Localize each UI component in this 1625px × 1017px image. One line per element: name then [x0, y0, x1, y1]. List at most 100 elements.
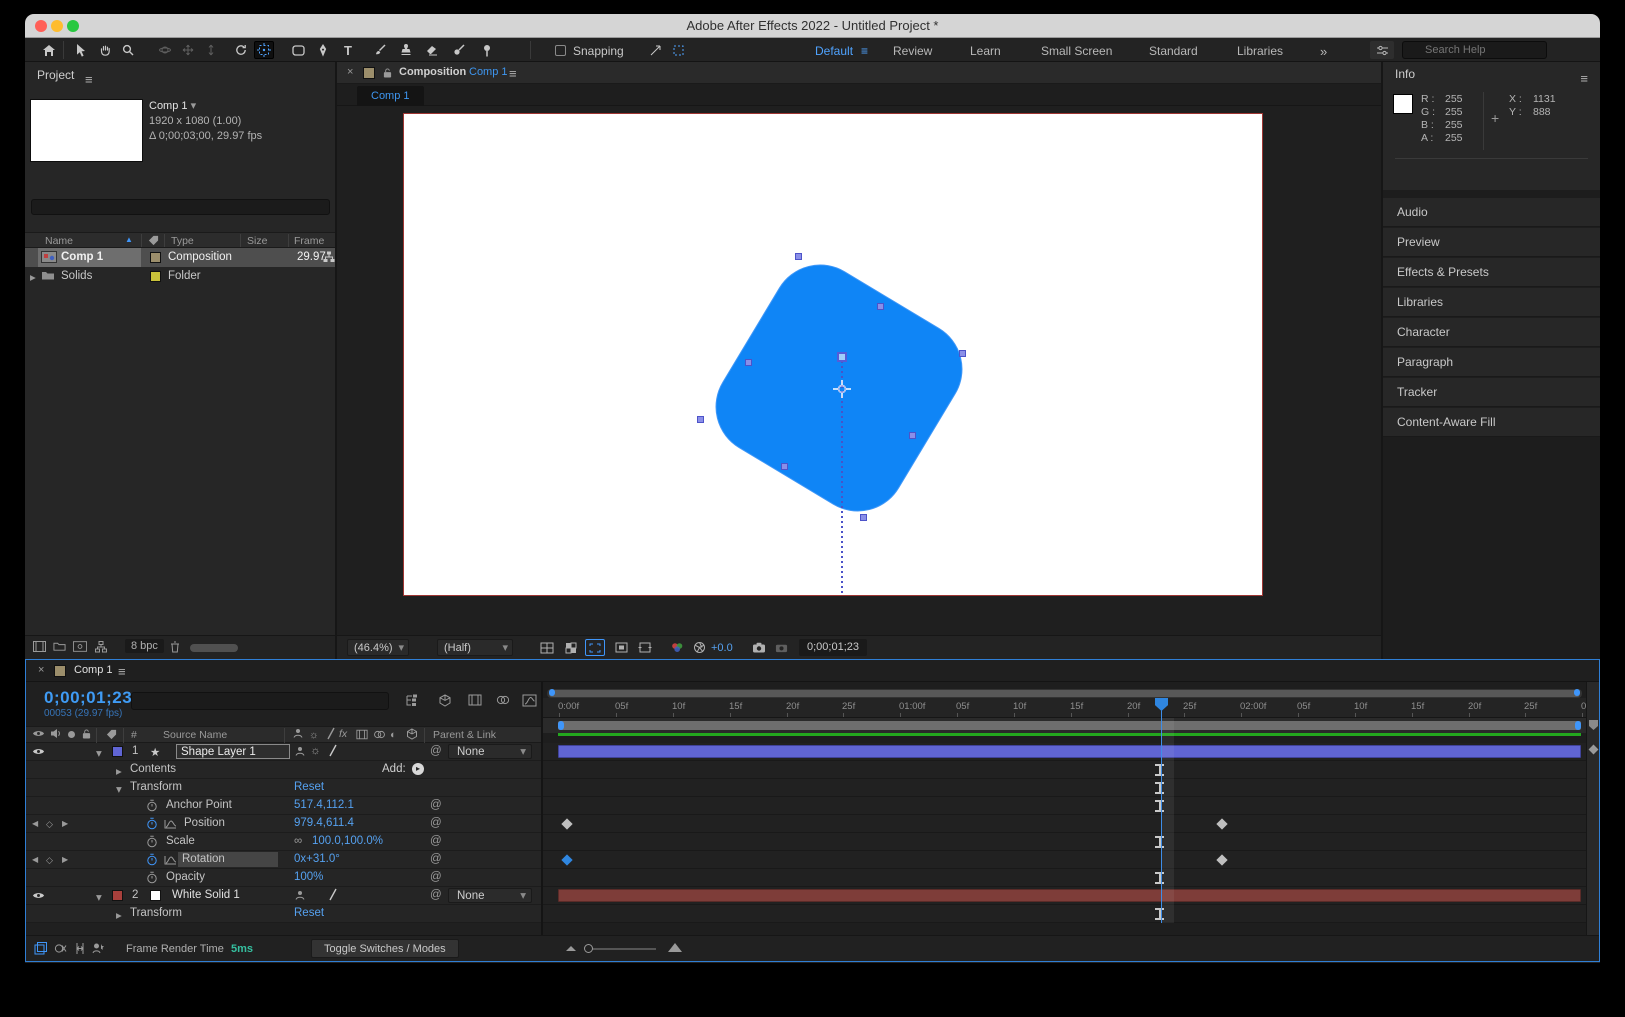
project-row-comp1[interactable]: Comp 1 Composition 29.97 [25, 248, 335, 267]
sidebar-item-audio[interactable]: Audio [1383, 198, 1600, 227]
time-navigator[interactable] [547, 689, 1582, 698]
label-color-swatch[interactable] [150, 271, 161, 282]
graph-editor-icon[interactable] [522, 694, 537, 707]
shape-tool[interactable] [288, 41, 308, 59]
property-label[interactable]: Opacity [166, 871, 205, 883]
property-row-anchor-point[interactable]: Anchor Point 517.4,112.1 @ [26, 797, 541, 815]
selection-handle[interactable] [781, 463, 788, 470]
layer-color-swatch[interactable] [112, 746, 123, 757]
panel-menu-icon[interactable]: ≡ [85, 67, 93, 93]
workspace-small-screen[interactable]: Small Screen [1041, 44, 1112, 58]
workspace-learn[interactable]: Learn [970, 44, 1001, 58]
keyframe[interactable] [1216, 818, 1227, 829]
sort-arrow-icon[interactable]: ▲ [125, 235, 133, 244]
channel-select-icon[interactable] [667, 639, 687, 656]
flowchart-icon[interactable] [323, 251, 335, 263]
parent-link-column[interactable]: Parent & Link [433, 729, 496, 741]
selection-handle[interactable] [697, 416, 704, 423]
disclosure-icon[interactable]: ▾ [96, 746, 102, 760]
help-search-input[interactable] [1402, 41, 1547, 59]
property-row-position[interactable]: ◀ ◇ ▶ Position 979.4,611.4 @ [26, 815, 541, 833]
orbit-camera-tool[interactable] [155, 41, 175, 59]
snap-angle-icon[interactable] [645, 41, 665, 59]
track-transform[interactable] [543, 779, 1586, 797]
home-tool[interactable] [39, 41, 59, 59]
disclosure-icon[interactable]: ▾ [116, 782, 122, 796]
layer-row-white-solid-1[interactable]: ▾ 2 White Solid 1 @ None▾ [26, 887, 541, 905]
comp-thumbnail[interactable] [30, 99, 143, 162]
pick-whip-icon[interactable]: @ [430, 835, 442, 847]
project-horizontal-scrollbar[interactable] [190, 644, 238, 652]
property-row-rotation[interactable]: ◀ ◇ ▶ Rotation 0x+31.0° @ [26, 851, 541, 869]
layer-name[interactable]: White Solid 1 [172, 889, 240, 901]
in-out-panes-icon[interactable] [74, 942, 86, 955]
add-keyframe-icon[interactable]: ◇ [46, 855, 53, 866]
graph-overlay-icon[interactable] [164, 855, 177, 865]
close-panel-icon[interactable]: × [347, 66, 353, 78]
graph-overlay-icon[interactable] [164, 819, 177, 829]
rotation-tool[interactable] [231, 41, 251, 59]
layer-color-swatch[interactable] [112, 890, 123, 901]
workspace-settings-button[interactable] [1370, 41, 1394, 59]
prev-keyframe-icon[interactable]: ◀ [32, 819, 38, 828]
pixel-aspect-icon[interactable] [635, 639, 655, 656]
track-contents[interactable] [543, 761, 1586, 779]
pick-whip-icon[interactable]: @ [430, 871, 442, 883]
new-composition-icon[interactable] [73, 641, 87, 652]
collapse-toggle-icon[interactable]: ☼ [310, 745, 321, 757]
column-type[interactable]: Type [171, 235, 194, 247]
disclosure-icon[interactable]: ▸ [116, 908, 122, 922]
add-menu-icon[interactable]: ▸ [412, 763, 424, 775]
workspace-review[interactable]: Review [893, 44, 932, 58]
selection-handle[interactable] [959, 350, 966, 357]
selection-handle[interactable] [909, 432, 916, 439]
workspace-default[interactable]: Default [815, 44, 853, 58]
track-opacity[interactable] [543, 869, 1586, 887]
track-transform-solid[interactable] [543, 905, 1586, 923]
pan-camera-tool[interactable] [178, 41, 198, 59]
work-area-end-handle[interactable] [1575, 721, 1581, 730]
layer-duration-bar[interactable] [558, 745, 1581, 758]
property-row-opacity[interactable]: Opacity 100% @ [26, 869, 541, 887]
selection-handle[interactable] [860, 514, 867, 521]
parent-dropdown[interactable]: None▾ [448, 744, 532, 759]
selection-handle[interactable] [795, 253, 802, 260]
lock-icon[interactable] [383, 67, 392, 79]
sidebar-item-effects-presets[interactable]: Effects & Presets [1383, 258, 1600, 287]
navigator-end-handle[interactable] [1574, 689, 1580, 696]
sidebar-item-preview[interactable]: Preview [1383, 228, 1600, 257]
pen-tool[interactable] [313, 41, 333, 59]
expand-layer-switches-icon[interactable] [34, 942, 47, 955]
column-name[interactable]: Name [45, 235, 73, 247]
property-group-transform[interactable]: ▾ Transform Reset [26, 779, 541, 797]
transparency-grid-icon[interactable] [561, 639, 581, 656]
pick-whip-icon[interactable]: @ [430, 745, 442, 757]
timeline-zoom-slider-knob[interactable] [584, 944, 593, 953]
sidebar-item-character[interactable]: Character [1383, 318, 1600, 347]
quality-toggle-icon[interactable] [328, 888, 338, 901]
snapshot-camera-icon[interactable] [749, 639, 769, 656]
transfer-controls-icon[interactable] [54, 942, 67, 955]
property-label[interactable]: Anchor Point [166, 799, 232, 811]
parent-dropdown[interactable]: None▾ [448, 888, 532, 903]
panel-menu-icon[interactable]: ≡ [509, 66, 517, 81]
eye-icon[interactable] [32, 891, 45, 900]
disclosure-icon[interactable]: ▸ [30, 270, 36, 284]
keyframe-selected[interactable] [561, 854, 572, 865]
prev-keyframe-icon[interactable]: ◀ [32, 855, 38, 864]
comp-marker-bin-icon[interactable] [1589, 720, 1598, 730]
keyframe[interactable] [561, 818, 572, 829]
snap-grid-icon[interactable] [668, 41, 688, 59]
track-position[interactable] [543, 815, 1586, 833]
frame-blending-icon[interactable] [496, 694, 510, 706]
property-group-transform-solid[interactable]: ▸ Transform Reset [26, 905, 541, 923]
work-area-bar[interactable] [558, 721, 1581, 730]
property-value[interactable]: 100.0,100.0% [312, 835, 383, 847]
bit-depth-button[interactable]: 8 bpc [125, 639, 164, 653]
show-snapshot-icon[interactable] [771, 639, 791, 656]
disclosure-icon[interactable]: ▾ [96, 890, 102, 904]
work-area[interactable] [543, 718, 1586, 733]
clone-stamp-tool[interactable] [396, 41, 416, 59]
reset-link[interactable]: Reset [294, 907, 324, 919]
current-timecode[interactable]: 0;00;01;23 [44, 688, 132, 708]
